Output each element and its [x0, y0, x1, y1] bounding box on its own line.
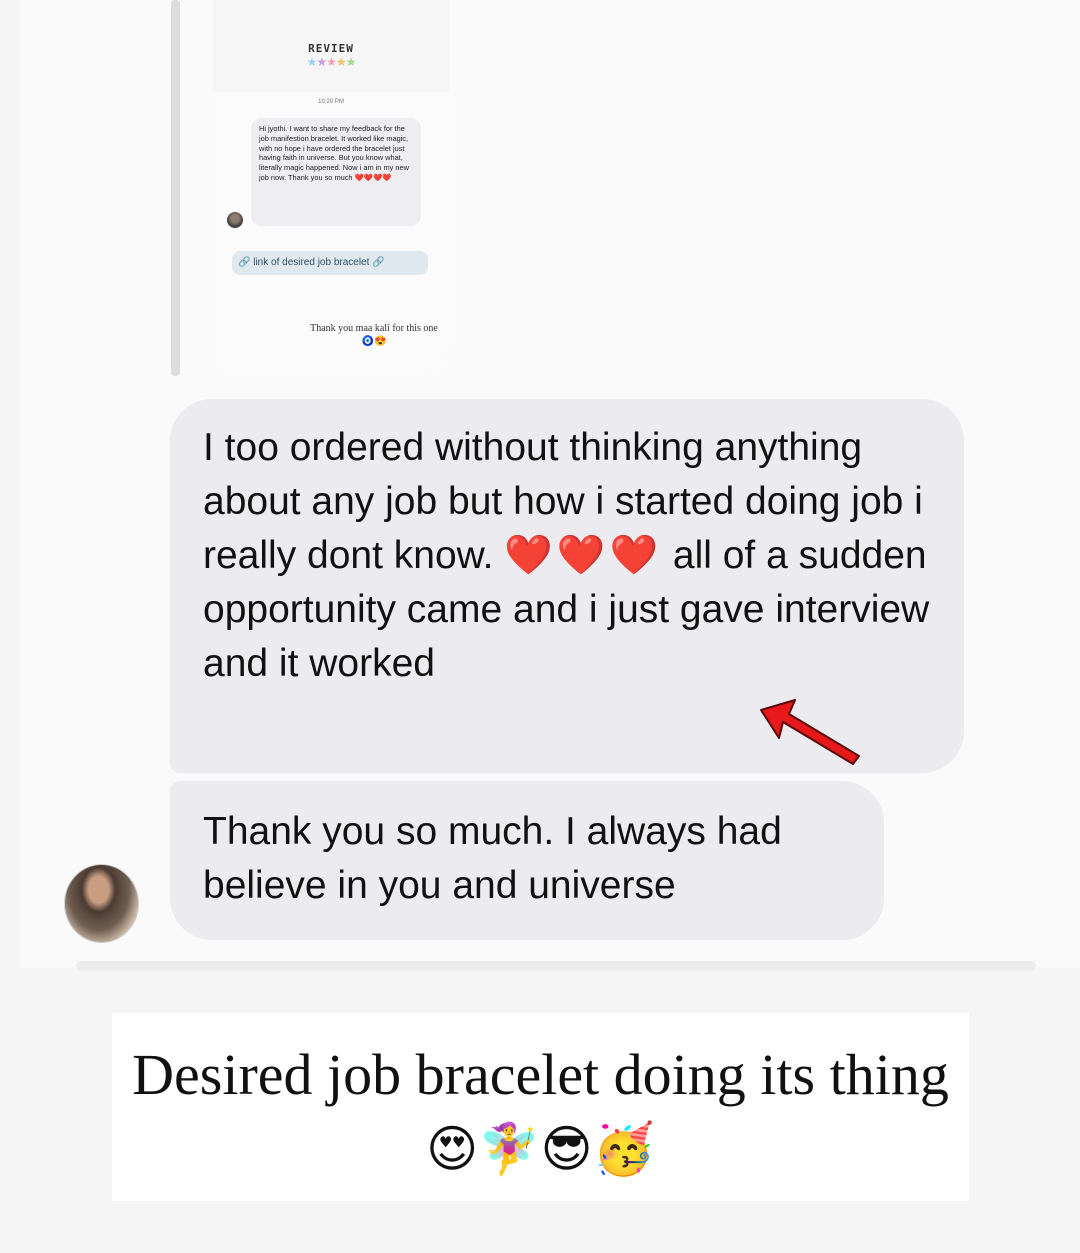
- reply-indicator-bar: [171, 0, 180, 376]
- caption-text: Desired job bracelet doing its thing 😍🧚‍…: [112, 1039, 969, 1185]
- story-footer-text: Thank you maa kali for this one 🧿😍: [310, 323, 438, 347]
- caption-box: Desired job bracelet doing its thing 😍🧚‍…: [112, 1013, 969, 1201]
- story-header: REVIEW ★★★★★: [213, 0, 449, 92]
- hearts-emoji: ❤️❤️❤️: [504, 534, 663, 577]
- red-arrow-icon: [760, 699, 860, 765]
- sender-avatar[interactable]: [64, 864, 139, 943]
- story-avatar: [227, 212, 243, 228]
- story-reply-preview[interactable]: REVIEW ★★★★★ 10:20 PM Hi jyothi. I want …: [213, 0, 449, 376]
- screenshot-canvas: REVIEW ★★★★★ 10:20 PM Hi jyothi. I want …: [0, 0, 1080, 1253]
- story-message-bubble: Hi jyothi. I want to share my feedback f…: [251, 118, 421, 226]
- divider: [76, 961, 1036, 971]
- star-icon: ★: [306, 55, 318, 69]
- story-title: REVIEW: [308, 42, 354, 55]
- star-icon: ★: [345, 55, 357, 69]
- caption-emoji: 😍🧚‍♀️😎🥳: [426, 1120, 655, 1178]
- message-bubble[interactable]: Thank you so much. I always had believe …: [170, 781, 884, 940]
- caption-label: Desired job bracelet doing its thing: [132, 1042, 949, 1107]
- story-link-chip[interactable]: 🔗 link of desired job bracelet 🔗: [232, 251, 428, 275]
- star-icon: ★: [335, 55, 347, 69]
- story-message-hearts: ❤️❤️❤️❤️: [354, 172, 392, 182]
- story-timestamp: 10:20 PM: [318, 99, 344, 105]
- star-icon: ★: [316, 55, 327, 69]
- rating-stars: ★★★★★: [213, 55, 449, 69]
- star-icon: ★: [326, 55, 337, 69]
- message-text: Thank you so much. I always had believe …: [203, 810, 782, 907]
